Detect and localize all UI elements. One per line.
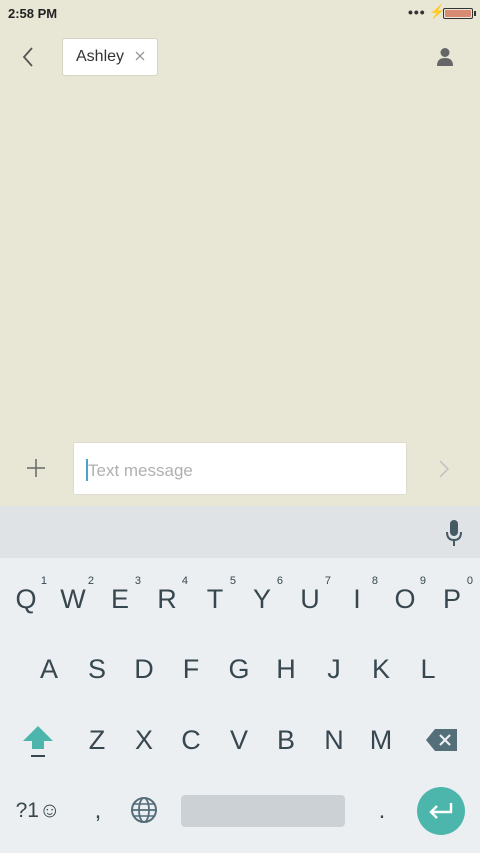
key-hint: 3: [134, 575, 141, 587]
key-x[interactable]: X: [120, 710, 168, 770]
globe-icon: [131, 797, 157, 823]
key-label: U: [300, 583, 320, 614]
enter-icon: [429, 803, 453, 819]
person-icon: [437, 48, 453, 66]
key-hint: 1: [40, 575, 47, 587]
key-label: O: [394, 583, 416, 614]
key-label: N: [324, 724, 344, 755]
delete-key[interactable]: [420, 720, 464, 760]
key-label: Y: [252, 583, 271, 614]
key-label: S: [87, 653, 106, 684]
key-g[interactable]: G: [215, 639, 263, 699]
key-d[interactable]: D: [120, 639, 168, 699]
add-attachment-button[interactable]: [18, 450, 54, 486]
key-hint: 8: [371, 575, 378, 587]
language-key[interactable]: [124, 790, 164, 830]
key-t[interactable]: T5: [191, 569, 239, 629]
close-icon: [135, 51, 145, 61]
key-hint: 2: [87, 575, 94, 587]
key-h[interactable]: H: [262, 639, 310, 699]
key-hint: 7: [324, 575, 331, 587]
key-e[interactable]: E3: [96, 569, 144, 629]
keyboard: Q1 W2 E3 R4 T5 Y6 U7 I8 O9 P0 A S D F G …: [0, 506, 480, 853]
keyboard-suggestion-bar: [0, 506, 480, 558]
enter-key[interactable]: [417, 787, 465, 835]
battery-icon: [443, 8, 476, 19]
recipient-chip[interactable]: Ashley: [62, 38, 158, 76]
plus-icon: [27, 459, 45, 477]
key-label: D: [134, 653, 154, 684]
status-time: 2:58 PM: [8, 6, 58, 21]
key-f[interactable]: F: [167, 639, 215, 699]
key-s[interactable]: S: [73, 639, 121, 699]
key-label: M: [369, 724, 393, 755]
key-label: P: [442, 583, 461, 614]
recipient-name: Ashley: [76, 48, 125, 65]
key-c[interactable]: C: [167, 710, 215, 770]
shift-key[interactable]: [16, 718, 60, 766]
key-n[interactable]: N: [310, 710, 358, 770]
key-hint: 9: [419, 575, 426, 587]
voice-input-button[interactable]: [438, 516, 470, 550]
key-b[interactable]: B: [262, 710, 310, 770]
key-hint: 0: [466, 575, 473, 587]
key-label: J: [327, 653, 341, 684]
key-j[interactable]: J: [310, 639, 358, 699]
shift-icon: [23, 726, 53, 757]
key-r[interactable]: R4: [143, 569, 191, 629]
status-bar: 2:58 PM ••• ⚡: [0, 0, 480, 28]
key-i[interactable]: I8: [333, 569, 381, 629]
key-label: H: [276, 653, 296, 684]
key-label: Z: [88, 724, 106, 755]
chevron-right-icon: [439, 460, 450, 478]
backspace-icon: [426, 729, 457, 751]
key-label: L: [420, 653, 436, 684]
remove-recipient-button[interactable]: [133, 49, 147, 63]
contact-button[interactable]: [428, 40, 462, 74]
key-p[interactable]: P0: [428, 569, 476, 629]
comma-key[interactable]: ,: [78, 791, 118, 831]
key-label: F: [182, 653, 200, 684]
key-label: W: [60, 583, 86, 614]
key-u[interactable]: U7: [286, 569, 334, 629]
key-label: Q: [15, 583, 37, 614]
key-label: X: [134, 724, 153, 755]
chevron-left-icon: [22, 47, 33, 67]
symbols-key[interactable]: ?1☺: [10, 791, 66, 831]
key-label: K: [371, 653, 390, 684]
key-label: C: [181, 724, 201, 755]
message-input[interactable]: Text message: [73, 442, 407, 495]
message-placeholder: Text message: [88, 461, 193, 480]
microphone-icon: [446, 520, 462, 546]
key-label: I: [353, 583, 361, 614]
key-label: A: [39, 653, 58, 684]
key-label: V: [229, 724, 248, 755]
overflow-dots-icon: •••: [408, 4, 426, 20]
key-label: E: [110, 583, 129, 614]
period-key[interactable]: .: [362, 791, 402, 831]
send-button[interactable]: [428, 452, 460, 486]
key-hint: 5: [229, 575, 236, 587]
key-z[interactable]: Z: [73, 710, 121, 770]
key-w[interactable]: W2: [49, 569, 97, 629]
space-key[interactable]: [181, 795, 345, 827]
key-v[interactable]: V: [215, 710, 263, 770]
key-a[interactable]: A: [25, 639, 73, 699]
key-m[interactable]: M: [357, 710, 405, 770]
back-button[interactable]: [12, 40, 44, 74]
key-hint: 6: [276, 575, 283, 587]
key-l[interactable]: L: [404, 639, 452, 699]
key-label: R: [157, 583, 177, 614]
key-o[interactable]: O9: [381, 569, 429, 629]
key-q[interactable]: Q1: [2, 569, 50, 629]
key-label: B: [276, 724, 295, 755]
key-y[interactable]: Y6: [238, 569, 286, 629]
key-hint: 4: [181, 575, 188, 587]
key-label: T: [206, 583, 224, 614]
key-label: G: [228, 653, 250, 684]
key-k[interactable]: K: [357, 639, 405, 699]
